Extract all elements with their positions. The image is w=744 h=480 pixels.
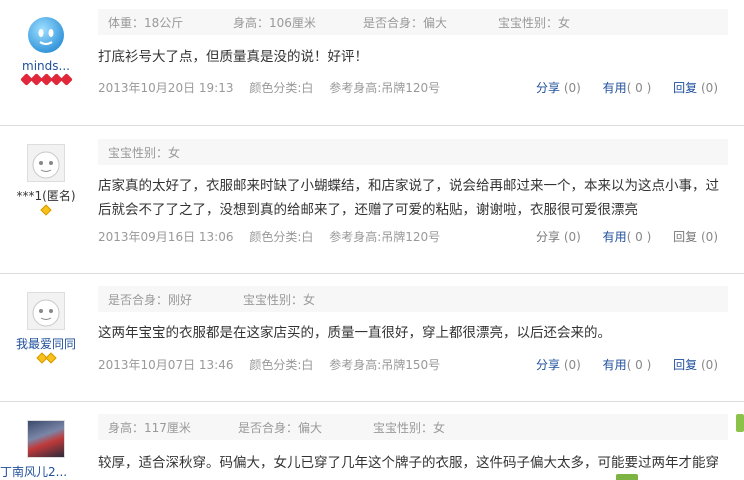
review-meta: 2013年10月07日 13:46 颜色分类:白 参考身高:吊牌150号 — [98, 356, 452, 373]
user-avatar[interactable] — [27, 420, 65, 458]
review-color: 颜色分类:白 — [249, 358, 314, 372]
user-avatar[interactable] — [27, 16, 65, 54]
default-avatar-icon — [32, 151, 60, 179]
reviewer-1: minds... — [0, 16, 92, 86]
user-avatar[interactable] — [27, 144, 65, 182]
attr-fit: 是否合身：刚好 — [108, 292, 193, 307]
red-hearts-badge-icon — [0, 73, 92, 86]
username[interactable]: 我最爱同同 — [0, 335, 92, 352]
review-size: 参考身高:吊牌150号 — [329, 358, 441, 372]
diamond-icon — [40, 204, 52, 216]
qq-bubble-avatar-icon — [28, 17, 64, 53]
review-text: 这两年宝宝的衣服都是在这家店买的，质量一直很好，穿上都很漂亮，以后还会来的。 — [98, 325, 611, 341]
reply-button[interactable]: 回复 (0) — [673, 358, 718, 372]
divider — [0, 125, 744, 126]
new-tag-icon — [616, 474, 638, 480]
review-color: 颜色分类:白 — [249, 81, 314, 95]
review-size: 参考身高:吊牌120号 — [329, 230, 441, 244]
username: ***1(匿名) — [16, 189, 76, 203]
diamond-icon — [44, 352, 57, 364]
reviewer-4: 丁南风儿2... — [0, 420, 92, 480]
review-meta: 2013年10月20日 19:13 颜色分类:白 参考身高:吊牌120号 — [98, 79, 452, 96]
share-button[interactable]: 分享 (0) — [536, 81, 581, 95]
review-size: 参考身高:吊牌120号 — [329, 81, 441, 95]
review-date: 2013年10月20日 19:13 — [98, 81, 234, 95]
default-avatar-icon — [32, 299, 60, 327]
attr-gender: 宝宝性别：女 — [373, 420, 446, 435]
review-meta: 2013年09月16日 13:06 颜色分类:白 参考身高:吊牌120号 — [98, 228, 452, 245]
attr-fit: 是否合身：偏大 — [238, 420, 323, 435]
review-text: 店家真的太好了，衣服邮来时缺了小蝴蝶结，和店家说了，说会给再邮过来一个，本来以为… — [98, 178, 719, 218]
review-color: 颜色分类:白 — [249, 230, 314, 244]
attr-fit: 是否合身：偏大 — [363, 15, 448, 30]
username[interactable]: 丁南风儿2... — [0, 463, 92, 480]
review-actions: 分享 (0) 有用( 0 ) 回复 (0) — [518, 228, 718, 245]
review-text: 打底衫号大了点，但质量真是没的说！好评！ — [98, 49, 368, 65]
diamond-badge-icon — [0, 204, 92, 216]
attr-height: 身高：117厘米 — [108, 420, 191, 435]
review-date: 2013年09月16日 13:06 — [98, 230, 234, 244]
attr-height: 身高：106厘米 — [233, 15, 316, 30]
review-attributes: 体重：18公斤 身高：106厘米 是否合身：偏大 宝宝性别：女 — [98, 9, 728, 35]
useful-button[interactable]: 有用( 0 ) — [603, 230, 652, 244]
username[interactable]: minds... — [0, 59, 92, 73]
review-text: 较厚，适合深秋穿。码偏大，女儿已穿了几年这个牌子的衣服，这件码子偏大太多，可能要… — [98, 455, 719, 471]
reviewer-3: 我最爱同同 — [0, 292, 92, 364]
reply-button[interactable]: 回复 (0) — [673, 230, 718, 244]
useful-button[interactable]: 有用( 0 ) — [603, 81, 652, 95]
diamond-badge-icon — [0, 352, 92, 364]
share-button[interactable]: 分享 (0) — [536, 358, 581, 372]
share-button[interactable]: 分享 (0) — [536, 230, 581, 244]
user-avatar[interactable] — [27, 292, 65, 330]
divider — [0, 273, 744, 274]
attr-gender: 宝宝性别：女 — [498, 15, 571, 30]
review-attributes: 身高：117厘米 是否合身：偏大 宝宝性别：女 — [98, 414, 728, 440]
heart-icon — [59, 73, 73, 86]
useful-button[interactable]: 有用( 0 ) — [603, 358, 652, 372]
review-attributes: 是否合身：刚好 宝宝性别：女 — [98, 286, 728, 312]
leaf-icon — [736, 414, 744, 432]
attr-weight: 体重：18公斤 — [108, 15, 184, 30]
review-actions: 分享 (0) 有用( 0 ) 回复 (0) — [518, 356, 718, 373]
review-attributes: 宝宝性别：女 — [98, 139, 728, 165]
review-actions: 分享 (0) 有用( 0 ) 回复 (0) — [518, 79, 718, 96]
attr-gender: 宝宝性别：女 — [243, 292, 316, 307]
attr-gender: 宝宝性别：女 — [108, 145, 181, 160]
reviewer-2: ***1(匿名) — [0, 144, 92, 216]
review-date: 2013年10月07日 13:46 — [98, 358, 234, 372]
divider — [0, 401, 744, 402]
reply-button[interactable]: 回复 (0) — [673, 81, 718, 95]
